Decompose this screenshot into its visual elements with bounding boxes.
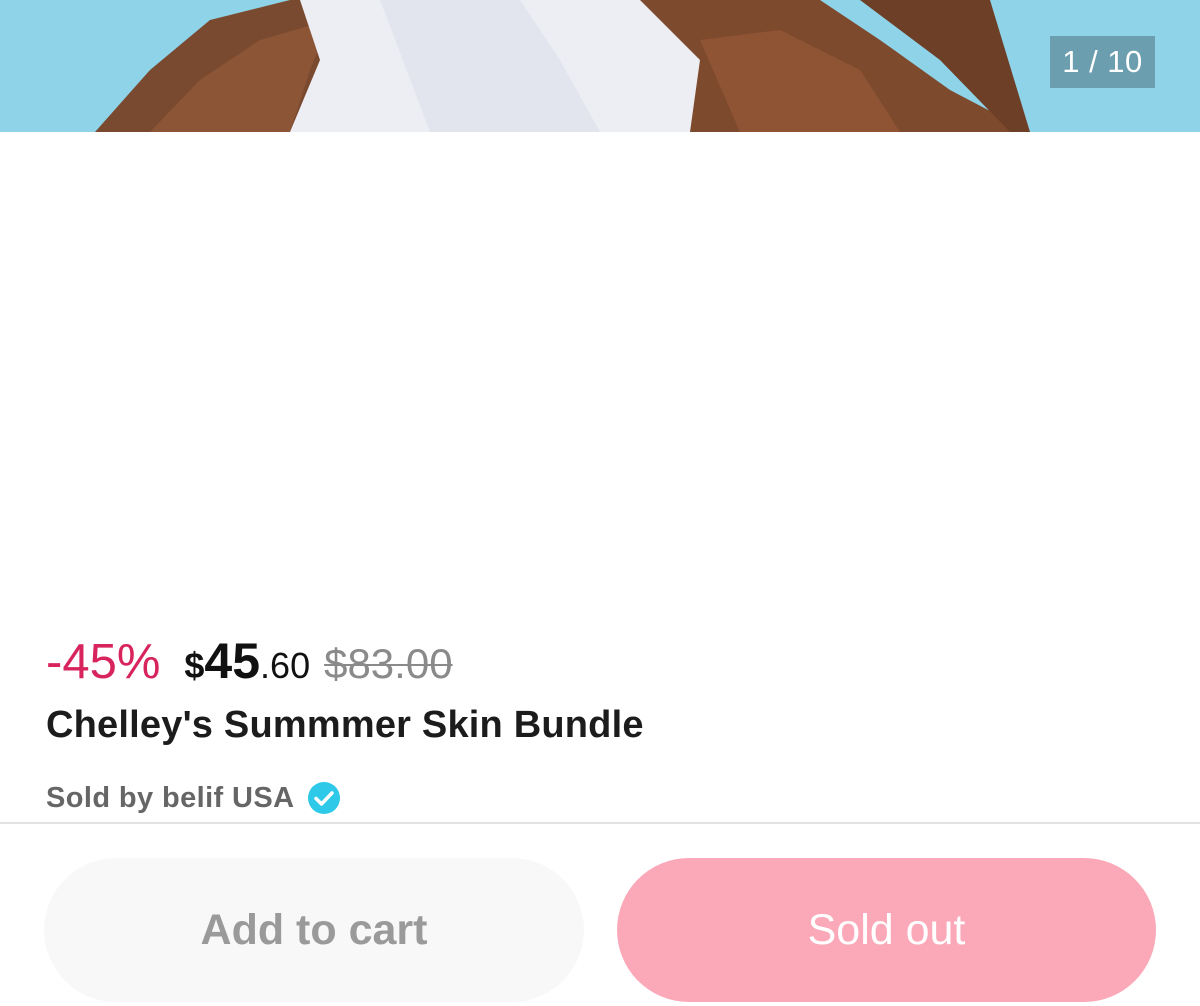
seller-row[interactable]: Sold by belif USA [46, 778, 341, 818]
product-detail-page: 1 / 10 -45% $ 45 .60 $83.00 Chelley's Su… [0, 0, 1200, 1006]
price-integer: 45 [204, 633, 261, 689]
verified-check-icon [307, 781, 341, 815]
product-image-carousel[interactable]: 1 / 10 [0, 0, 1200, 132]
seller-label[interactable]: Sold by belif USA [46, 782, 295, 815]
original-price: $83.00 [324, 640, 453, 687]
product-photo [0, 0, 1200, 132]
sold-out-button[interactable]: Sold out [617, 858, 1156, 1002]
add-to-cart-button[interactable]: Add to cart [44, 858, 584, 1002]
price-row: -45% $ 45 .60 $83.00 [46, 632, 453, 702]
bottom-bar-divider [0, 822, 1200, 824]
price-decimal: .60 [260, 645, 311, 686]
image-counter-badge: 1 / 10 [1050, 36, 1155, 88]
price-currency: $ [184, 645, 205, 686]
product-title: Chelley's Summmer Skin Bundle [46, 704, 644, 746]
discount-percentage: -45% [46, 635, 161, 689]
current-price: $ 45 .60 [184, 632, 310, 690]
